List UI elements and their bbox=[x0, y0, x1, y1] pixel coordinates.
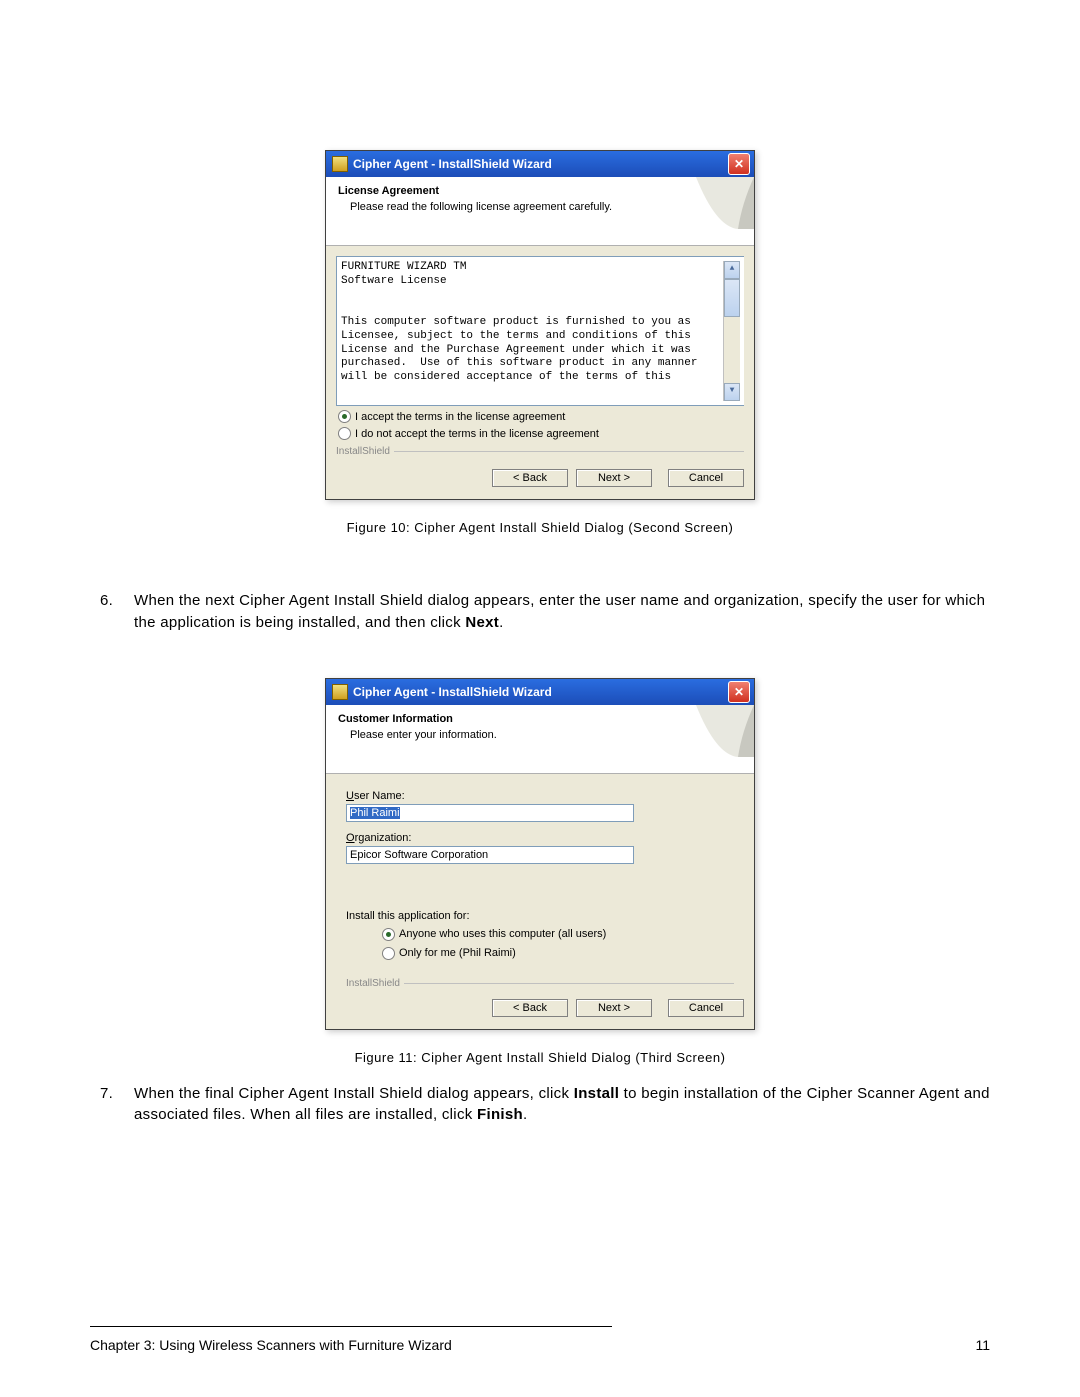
window-title: Cipher Agent - InstallShield Wizard bbox=[353, 157, 552, 171]
dialog-header: License Agreement Please read the follow… bbox=[326, 177, 754, 246]
titlebar: Cipher Agent - InstallShield Wizard ✕ bbox=[326, 151, 754, 177]
next-button[interactable]: Next > bbox=[576, 999, 652, 1017]
back-button[interactable]: < Back bbox=[492, 469, 568, 487]
radio-accept[interactable]: I accept the terms in the license agreem… bbox=[338, 410, 744, 423]
install-for-label: Install this application for: bbox=[346, 910, 734, 922]
scrollbar[interactable]: ▲ ▼ bbox=[723, 261, 740, 401]
scroll-thumb[interactable] bbox=[724, 279, 740, 317]
installshield-brand: InstallShield bbox=[336, 446, 390, 457]
figure-caption-11: Figure 11: Cipher Agent Install Shield D… bbox=[90, 1050, 990, 1065]
step-number: 6. bbox=[100, 590, 134, 634]
scroll-down-icon[interactable]: ▼ bbox=[724, 383, 740, 401]
customer-info-dialog: Cipher Agent - InstallShield Wizard ✕ Cu… bbox=[325, 678, 755, 1030]
page-curl-icon bbox=[696, 177, 754, 229]
radio-me-label: Only for me (Phil Raimi) bbox=[399, 947, 516, 959]
radio-all-users[interactable]: Anyone who uses this computer (all users… bbox=[382, 928, 734, 941]
next-button[interactable]: Next > bbox=[576, 469, 652, 487]
license-textarea[interactable]: FURNITURE WIZARD TM Software License Thi… bbox=[336, 256, 744, 406]
user-name-label: User Name: bbox=[346, 790, 734, 802]
radio-accept-label: I accept the terms in the license agreem… bbox=[355, 411, 565, 423]
license-text: FURNITURE WIZARD TM Software License Thi… bbox=[341, 261, 723, 401]
titlebar: Cipher Agent - InstallShield Wizard ✕ bbox=[326, 679, 754, 705]
cancel-button[interactable]: Cancel bbox=[668, 999, 744, 1017]
step-7: 7. When the final Cipher Agent Install S… bbox=[100, 1083, 990, 1127]
back-button[interactable]: < Back bbox=[492, 999, 568, 1017]
cancel-button[interactable]: Cancel bbox=[668, 469, 744, 487]
dialog-heading: License Agreement bbox=[338, 185, 742, 197]
footer-chapter: Chapter 3: Using Wireless Scanners with … bbox=[90, 1337, 452, 1353]
user-name-input[interactable]: Phil Raimi bbox=[346, 804, 634, 822]
installshield-brand: InstallShield bbox=[346, 978, 400, 989]
radio-decline-label: I do not accept the terms in the license… bbox=[355, 428, 599, 440]
step-6: 6. When the next Cipher Agent Install Sh… bbox=[100, 590, 990, 634]
page-curl-icon bbox=[696, 705, 754, 757]
figure-caption-10: Figure 10: Cipher Agent Install Shield D… bbox=[90, 520, 990, 535]
close-icon[interactable]: ✕ bbox=[728, 153, 750, 175]
radio-icon bbox=[382, 947, 395, 960]
scroll-up-icon[interactable]: ▲ bbox=[724, 261, 740, 279]
organization-label: Organization: bbox=[346, 832, 734, 844]
radio-icon bbox=[382, 928, 395, 941]
step-number: 7. bbox=[100, 1083, 134, 1127]
dialog-subheading: Please read the following license agreem… bbox=[350, 201, 742, 213]
radio-only-me[interactable]: Only for me (Phil Raimi) bbox=[382, 947, 734, 960]
installer-icon bbox=[332, 684, 348, 700]
radio-icon bbox=[338, 410, 351, 423]
radio-icon bbox=[338, 427, 351, 440]
installer-icon bbox=[332, 156, 348, 172]
page-footer: Chapter 3: Using Wireless Scanners with … bbox=[90, 1326, 990, 1353]
organization-input[interactable]: Epicor Software Corporation bbox=[346, 846, 634, 864]
radio-all-label: Anyone who uses this computer (all users… bbox=[399, 928, 606, 940]
dialog-header: Customer Information Please enter your i… bbox=[326, 705, 754, 774]
license-dialog: Cipher Agent - InstallShield Wizard ✕ Li… bbox=[325, 150, 755, 500]
footer-page-number: 11 bbox=[975, 1337, 990, 1353]
radio-decline[interactable]: I do not accept the terms in the license… bbox=[338, 427, 744, 440]
close-icon[interactable]: ✕ bbox=[728, 681, 750, 703]
dialog-subheading: Please enter your information. bbox=[350, 729, 742, 741]
window-title: Cipher Agent - InstallShield Wizard bbox=[353, 685, 552, 699]
dialog-heading: Customer Information bbox=[338, 713, 742, 725]
